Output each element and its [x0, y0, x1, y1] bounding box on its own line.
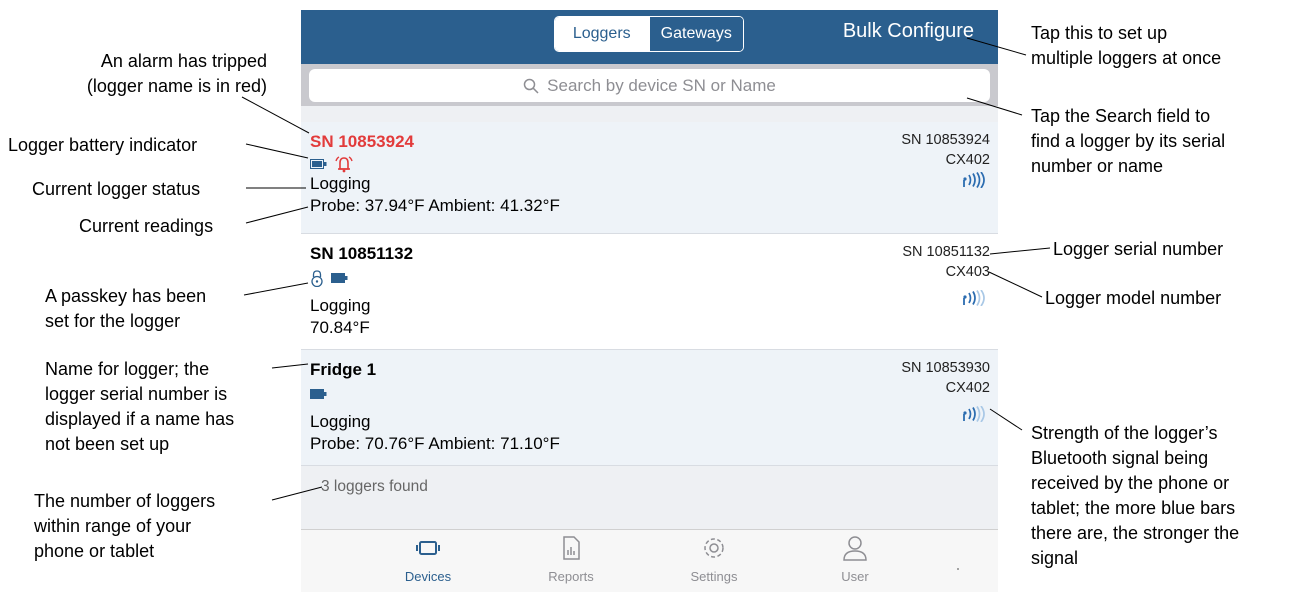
- device-icon: [416, 541, 440, 555]
- callout-bulk-line2: multiple loggers at once: [1031, 48, 1222, 68]
- callout-passkey-line1: A passkey has been: [45, 286, 207, 306]
- battery-icon: [310, 159, 327, 169]
- callout-passkey-line2: set for the logger: [45, 311, 181, 331]
- tab-reports-label: Reports: [548, 569, 594, 584]
- report-icon: [563, 536, 580, 560]
- logger-serial: SN 10851132: [902, 244, 990, 260]
- callout-status: Current logger status: [32, 179, 201, 199]
- leader-readings: [245, 206, 309, 224]
- app-screen: Loggers Gateways Bulk Configure Search b…: [301, 10, 998, 592]
- segment-loggers[interactable]: Loggers: [555, 17, 649, 51]
- logger-icons: [310, 154, 354, 174]
- search-icon: [523, 78, 539, 94]
- gear-icon: [704, 538, 724, 558]
- callout-signal-line6: signal: [1031, 548, 1079, 568]
- callout-alarm-line2: (logger name is in red): [86, 76, 267, 96]
- logger-model: CX402: [945, 152, 990, 168]
- callout-passkey: A passkey has been set for the logger: [45, 284, 206, 334]
- logger-icons: [310, 384, 327, 404]
- logger-model: CX403: [945, 264, 990, 280]
- callout-model: Logger model number: [1045, 288, 1222, 308]
- callout-signal-line3: received by the phone or: [1031, 473, 1230, 493]
- callout-battery: Logger battery indicator: [8, 135, 198, 155]
- callout-count-line1: The number of loggers: [34, 491, 216, 511]
- logger-status: Logging: [310, 296, 371, 315]
- logger-reading: 70.84°F: [310, 318, 370, 337]
- logger-status: Logging: [310, 174, 371, 193]
- callout-count-line3: phone or tablet: [34, 541, 155, 561]
- loggers-found-count: 3 loggers found: [321, 478, 428, 495]
- callout-signal-line2: Bluetooth signal being: [1031, 448, 1209, 468]
- page-dot: [957, 568, 959, 570]
- callout-signal: Strength of the logger’s Bluetooth signa…: [1031, 421, 1239, 571]
- signal-strength-icon: [963, 290, 985, 306]
- search-placeholder: Search by device SN or Name: [547, 75, 776, 95]
- tab-bar: Devices Reports Settings User: [301, 529, 998, 592]
- signal-strength-icon: [963, 406, 985, 422]
- tab-user[interactable]: User: [810, 534, 900, 584]
- logger-icons: [310, 268, 348, 288]
- tab-settings[interactable]: Settings: [669, 534, 759, 584]
- search-bar: Search by device SN or Name: [301, 64, 998, 106]
- callout-readings: Current readings: [79, 216, 214, 236]
- tab-user-label: User: [841, 569, 869, 584]
- callout-search: Tap the Search field to find a logger by…: [1031, 104, 1225, 179]
- segment-gateways[interactable]: Gateways: [648, 17, 743, 51]
- callout-search-line2: find a logger by its serial: [1031, 131, 1226, 151]
- callout-name-line3: displayed if a name has: [45, 409, 235, 429]
- callout-search-line1: Tap the Search field to: [1031, 106, 1211, 126]
- logger-row[interactable]: Fridge 1 Logging Probe: 70.76°F Ambient:…: [301, 350, 998, 466]
- tab-reports[interactable]: Reports: [526, 534, 616, 584]
- bulk-configure-button[interactable]: Bulk Configure: [843, 20, 974, 43]
- callout-alarm-line1: An alarm has tripped: [100, 51, 267, 71]
- tab-devices-label: Devices: [404, 569, 452, 584]
- logger-status: Logging: [310, 412, 371, 431]
- callout-count-line2: within range of your: [34, 516, 192, 536]
- tab-devices[interactable]: Devices: [383, 534, 473, 584]
- logger-serial: SN 10853924: [901, 132, 990, 148]
- logger-name: SN 10851132: [310, 244, 414, 263]
- search-input[interactable]: Search by device SN or Name: [309, 69, 990, 102]
- callout-signal-line5: there are, the stronger the: [1031, 523, 1240, 543]
- logger-name: Fridge 1: [310, 360, 377, 379]
- device-type-segmented-control: Loggers Gateways: [554, 16, 744, 52]
- logger-row[interactable]: SN 10853924 Logging Probe: 37.94°F Ambie…: [301, 122, 998, 234]
- user-icon: [843, 536, 867, 561]
- callout-count: The number of loggers within range of yo…: [34, 489, 215, 564]
- callout-bulk: Tap this to set up multiple loggers at o…: [1031, 21, 1221, 71]
- leader-alarm: [241, 96, 310, 134]
- logger-model: CX402: [945, 380, 990, 396]
- logger-name: SN 10853924: [310, 132, 414, 151]
- logger-reading: Probe: 70.76°F Ambient: 71.10°F: [310, 434, 560, 453]
- battery-icon: [331, 273, 348, 283]
- leader-passkey: [243, 282, 309, 296]
- callout-search-line3: number or name: [1031, 156, 1164, 176]
- callout-signal-line4: tablet; the more blue bars: [1031, 498, 1236, 518]
- tab-settings-label: Settings: [690, 569, 738, 584]
- callout-name-line1: Name for logger; the: [45, 359, 210, 379]
- alarm-bell-icon: [335, 156, 353, 173]
- logger-reading: Probe: 37.94°F Ambient: 41.32°F: [310, 196, 560, 215]
- battery-icon: [310, 389, 327, 399]
- logger-row[interactable]: SN 10851132 Logging 70.84°F SN 10851132 …: [301, 234, 998, 350]
- leader-battery: [245, 143, 309, 159]
- logger-serial: SN 10853930: [901, 360, 990, 376]
- callout-name-line4: not been set up: [45, 434, 170, 454]
- callout-name: Name for logger; the logger serial numbe…: [45, 357, 234, 457]
- callout-serial: Logger serial number: [1053, 239, 1224, 259]
- callout-alarm: An alarm has tripped (logger name is in …: [87, 49, 267, 99]
- signal-strength-icon: [963, 172, 985, 188]
- callout-bulk-line1: Tap this to set up: [1031, 23, 1168, 43]
- lock-icon: [311, 269, 323, 287]
- callout-name-line2: logger serial number is: [45, 384, 228, 404]
- callout-signal-line1: Strength of the logger’s: [1031, 423, 1218, 443]
- leader-serial: [989, 247, 1051, 255]
